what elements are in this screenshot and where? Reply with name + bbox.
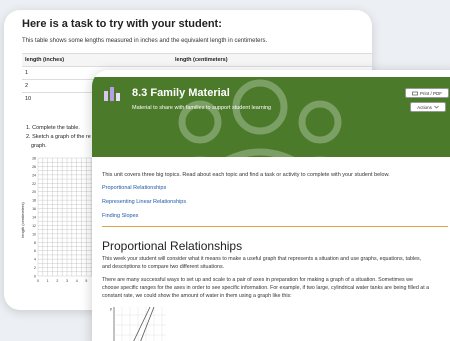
graph-grid [37, 157, 97, 277]
actions-label: Actions [417, 104, 432, 110]
page-subtitle: Material to share with families to suppo… [132, 105, 272, 111]
link-finding-slopes[interactable]: Finding Slopes [102, 213, 138, 219]
graph-y-label: y [110, 306, 112, 311]
y-tick-label: 4 [34, 258, 36, 262]
list-item: 1. Complete the table. [26, 125, 80, 131]
paragraph-line: constant rate, we could show the amount … [102, 293, 292, 299]
paragraph: There are many successful ways to set up… [102, 276, 447, 300]
paragraph-line: choose specific ranges for the axes in o… [102, 285, 430, 291]
header-banner: 8.3 Family Material Material to share wi… [92, 77, 450, 157]
x-tick-label: 1 [47, 279, 49, 283]
family-material-card: 8.3 Family Material Material to share wi… [92, 70, 450, 341]
y-tick-label: 12 [32, 224, 36, 228]
y-tick-label: 2 [34, 266, 36, 270]
task-title: Here is a task to try with your student: [22, 18, 222, 30]
link-representing-linear-relationships[interactable]: Representing Linear Relationships [102, 199, 186, 205]
paragraph-line: and descriptions to compare two differen… [102, 264, 225, 270]
link-proportional-relationships[interactable]: Proportional Relationships [102, 185, 166, 191]
y-axis-label: length (centimeters) [20, 202, 25, 238]
water-tank-graph: y [110, 306, 166, 341]
paragraph-line: This week your student will consider wha… [102, 256, 422, 262]
table-header: length (centimeters) [172, 53, 372, 67]
print-pdf-button[interactable]: Print / PDF [405, 88, 449, 98]
y-tick-label: 20 [32, 190, 36, 194]
chevron-down-icon [434, 105, 439, 109]
y-tick-label: 14 [32, 216, 36, 220]
list-item: 2. Sketch a graph of the re [26, 134, 91, 140]
x-tick-label: 0 [37, 279, 39, 283]
y-tick-label: 24 [32, 173, 36, 177]
x-tick-label: 3 [66, 279, 68, 283]
y-tick-label: 18 [32, 199, 36, 203]
print-label: Print / PDF [419, 90, 442, 96]
section-divider [102, 226, 448, 227]
x-tick-label: 5 [85, 279, 87, 283]
page-title: 8.3 Family Material [132, 87, 230, 99]
y-tick-label: 28 [32, 157, 36, 161]
y-tick-label: 0 [34, 275, 36, 279]
task-description: This table shows some lengths measured i… [22, 38, 268, 44]
section-heading: Proportional Relationships [102, 239, 243, 253]
y-axis-ticks: 2826242220181614121086420 [32, 157, 36, 279]
y-tick-label: 6 [34, 249, 36, 253]
x-tick-label: 4 [76, 279, 78, 283]
line-tank-b [140, 306, 155, 341]
task-steps: 1. Complete the table. 2. Sketch a graph… [26, 125, 91, 152]
illustrative-math-logo-icon [104, 87, 120, 101]
table-header-row: length (inches) length (centimeters) [22, 53, 372, 67]
table-header: length (inches) [22, 53, 172, 67]
paragraph: This week your student will consider wha… [102, 255, 447, 271]
y-tick-label: 16 [32, 207, 36, 211]
paragraph-line: There are many successful ways to set up… [102, 277, 413, 283]
x-tick-label: 2 [56, 279, 58, 283]
line-tank-a [133, 306, 151, 341]
list-item: graph. [31, 143, 47, 149]
x-axis-ticks: 0123456 [37, 279, 97, 283]
blank-graph: length (centimeters) 2826242220181614121… [20, 157, 97, 284]
y-tick-label: 10 [32, 232, 36, 236]
y-tick-label: 26 [32, 165, 36, 169]
print-icon [412, 91, 418, 95]
y-tick-label: 8 [34, 241, 36, 245]
unit-intro: This unit covers three big topics. Read … [102, 172, 390, 178]
y-tick-label: 22 [32, 182, 36, 186]
actions-button[interactable]: Actions [410, 102, 446, 112]
